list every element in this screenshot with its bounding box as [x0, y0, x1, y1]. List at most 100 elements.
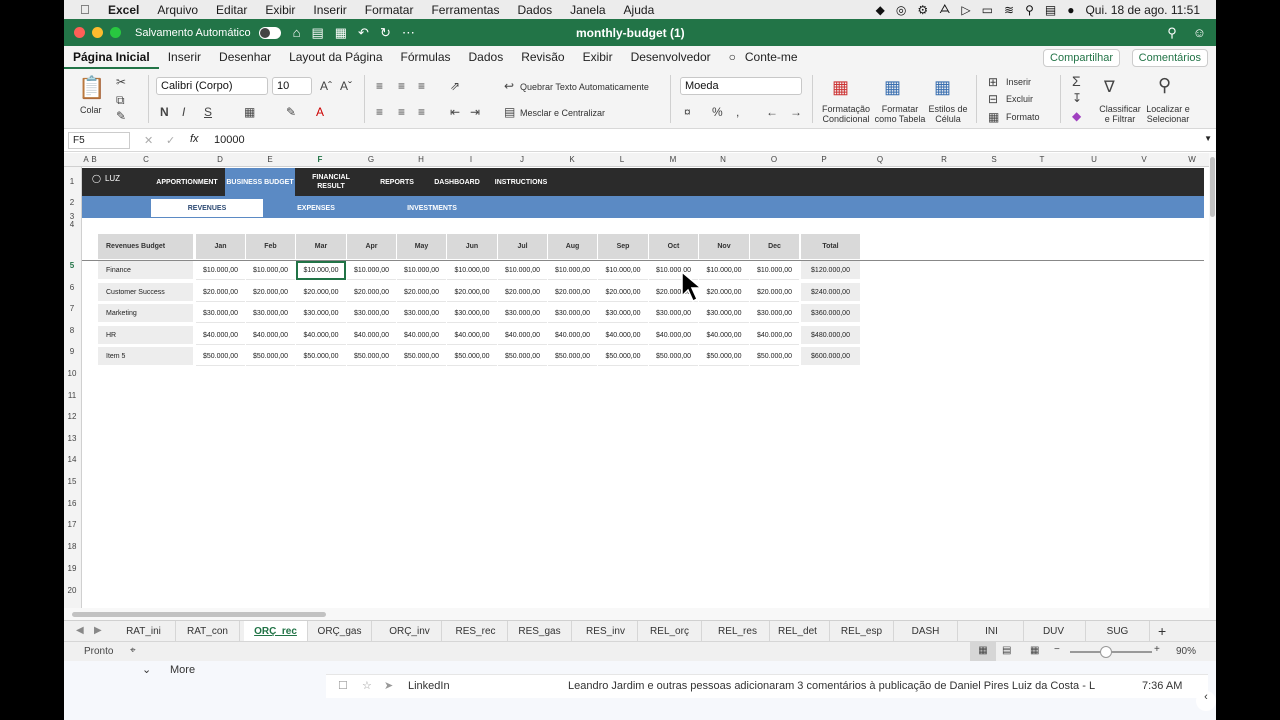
gear-icon[interactable]: ⚙ [917, 3, 928, 17]
sheet-tab[interactable]: INI [960, 621, 1024, 641]
save-icon[interactable]: ▤ [311, 25, 323, 41]
budget-cell[interactable]: $40.000,00 [649, 326, 698, 345]
column-header-b[interactable]: B [88, 155, 100, 164]
formula-input[interactable]: 10000 [214, 134, 245, 146]
conditional-format-icon[interactable]: ▦ [832, 77, 849, 98]
copy-icon[interactable]: ⧉ [116, 93, 125, 108]
horizontal-scrollbar[interactable] [64, 608, 1216, 620]
row-header-7[interactable]: 7 [64, 304, 80, 313]
column-header-month[interactable]: Dec [750, 234, 799, 259]
column-header-month[interactable]: Oct [649, 234, 698, 259]
normal-view-icon[interactable]: ▦ [970, 642, 996, 661]
column-header-s[interactable]: S [988, 155, 1000, 164]
sheet-tab[interactable]: REL_res [706, 621, 770, 641]
nav-financial-result[interactable]: FINANCIAL RESULT [298, 168, 364, 196]
sort-filter-icon[interactable]: ∇ [1104, 77, 1115, 97]
total-cell[interactable]: $360.000,00 [801, 304, 860, 323]
increase-font-icon[interactable]: Aˆ [320, 79, 332, 93]
budget-cell[interactable]: $30.000,00 [649, 304, 698, 323]
budget-cell[interactable]: $30.000,00 [750, 304, 799, 323]
chevron-left-icon[interactable]: ‹ [1196, 691, 1216, 711]
format-cells-button[interactable]: Formato [1006, 112, 1040, 122]
sort-filter-button[interactable]: Classificar e Filtrar [1098, 104, 1142, 124]
row-header-12[interactable]: 12 [64, 412, 80, 421]
format-painter-icon[interactable]: ✎ [116, 109, 126, 123]
tab-desenvolvedor[interactable]: Desenvolvedor [622, 50, 720, 69]
sheet-tab[interactable]: DASH [894, 621, 958, 641]
row-header-14[interactable]: 14 [64, 455, 80, 464]
sheet-tab[interactable]: ORÇ_gas [308, 621, 372, 641]
budget-cell[interactable]: $40.000,00 [699, 326, 749, 345]
column-header-c[interactable]: C [140, 155, 152, 164]
play-icon[interactable]: ▷ [961, 3, 970, 17]
document-title[interactable]: monthly-budget (1) [576, 26, 685, 40]
budget-cell[interactable]: $50.000,00 [196, 347, 245, 366]
menu-ferramentas[interactable]: Ferramentas [431, 3, 499, 17]
app-badge-icon[interactable]: ◆ [876, 3, 885, 17]
budget-cell[interactable]: $30.000,00 [196, 304, 245, 323]
close-window-button[interactable] [74, 27, 85, 38]
more-icon[interactable]: ⋯ [402, 25, 415, 41]
column-header-month[interactable]: Jul [498, 234, 547, 259]
star-icon[interactable]: ☆ [362, 679, 372, 692]
number-format-select[interactable]: Moeda [680, 77, 802, 95]
sheet-tab[interactable]: REL_esp [830, 621, 894, 641]
page-break-view-icon[interactable]: ▦ [1030, 645, 1039, 656]
column-header-g[interactable]: G [365, 155, 377, 164]
chevron-down-icon[interactable]: ⌄ [142, 663, 151, 676]
budget-cell[interactable]: $30.000,00 [447, 304, 497, 323]
column-header-month[interactable]: Aug [548, 234, 597, 259]
budget-cell[interactable]: $50.000,00 [699, 347, 749, 366]
nav-instructions[interactable]: INSTRUCTIONS [490, 168, 552, 196]
bold-button[interactable]: N [160, 105, 169, 119]
budget-cell[interactable]: $30.000,00 [498, 304, 547, 323]
delete-cells-icon[interactable]: ⊟ [988, 92, 998, 106]
decrease-font-icon[interactable]: Aˇ [340, 79, 352, 93]
font-family-select[interactable]: Calibri (Corpo) [156, 77, 268, 95]
row-header-16[interactable]: 16 [64, 499, 80, 508]
column-header-u[interactable]: U [1088, 155, 1100, 164]
zoom-level[interactable]: 90% [1176, 646, 1196, 657]
budget-cell[interactable]: $20.000,00 [548, 283, 597, 302]
budget-cell[interactable]: $10.000,00 [498, 261, 547, 280]
clear-icon[interactable]: ◆ [1072, 109, 1081, 123]
budget-cell[interactable]: $10.000,00 [548, 261, 597, 280]
font-color-icon[interactable]: A [316, 105, 324, 119]
zoom-out-icon[interactable]: − [1054, 644, 1060, 655]
budget-cell[interactable]: $40.000,00 [548, 326, 597, 345]
budget-cell[interactable]: $30.000,00 [347, 304, 396, 323]
fill-icon[interactable]: ↧ [1072, 91, 1082, 105]
menu-editar[interactable]: Editar [216, 3, 247, 17]
row-label[interactable]: Finance [98, 261, 193, 280]
column-header-k[interactable]: K [566, 155, 578, 164]
row-header-13[interactable]: 13 [64, 434, 80, 443]
column-header-v[interactable]: V [1138, 155, 1150, 164]
search-icon[interactable]: ⚲ [1025, 3, 1034, 17]
column-header-month[interactable]: Nov [699, 234, 749, 259]
budget-cell[interactable]: $40.000,00 [347, 326, 396, 345]
mail-row[interactable]: ☐ ☆ ➤ LinkedIn Leandro Jardim e outras p… [326, 674, 1208, 698]
redo-icon[interactable]: ↻ [380, 25, 391, 41]
budget-cell[interactable]: $40.000,00 [750, 326, 799, 345]
budget-cell[interactable]: $40.000,00 [447, 326, 497, 345]
select-checkbox-icon[interactable]: ☐ [338, 679, 348, 692]
expand-formula-icon[interactable]: ▼ [1204, 134, 1212, 143]
column-header-month[interactable]: Apr [347, 234, 396, 259]
total-cell[interactable]: $480.000,00 [801, 326, 860, 345]
column-header-f[interactable]: F [314, 155, 326, 164]
budget-cell[interactable]: $50.000,00 [750, 347, 799, 366]
column-header-n[interactable]: N [717, 155, 729, 164]
row-header-4[interactable]: 4 [64, 220, 80, 229]
sheet-tab[interactable]: RAT_ini [112, 621, 176, 641]
important-icon[interactable]: ➤ [384, 679, 393, 692]
column-header-month[interactable]: Jun [447, 234, 497, 259]
budget-cell[interactable]: $20.000,00 [447, 283, 497, 302]
format-cells-icon[interactable]: ▦ [988, 110, 999, 124]
table-title[interactable]: Revenues Budget [98, 234, 193, 259]
menu-inserir[interactable]: Inserir [313, 3, 346, 17]
find-select-icon[interactable]: ⚲ [1158, 75, 1171, 96]
wifi-icon[interactable]: ≋ [1004, 3, 1014, 17]
budget-cell[interactable]: $50.000,00 [548, 347, 597, 366]
budget-cell[interactable]: $50.000,00 [649, 347, 698, 366]
align-bottom-icon[interactable]: ≡ [418, 79, 425, 93]
